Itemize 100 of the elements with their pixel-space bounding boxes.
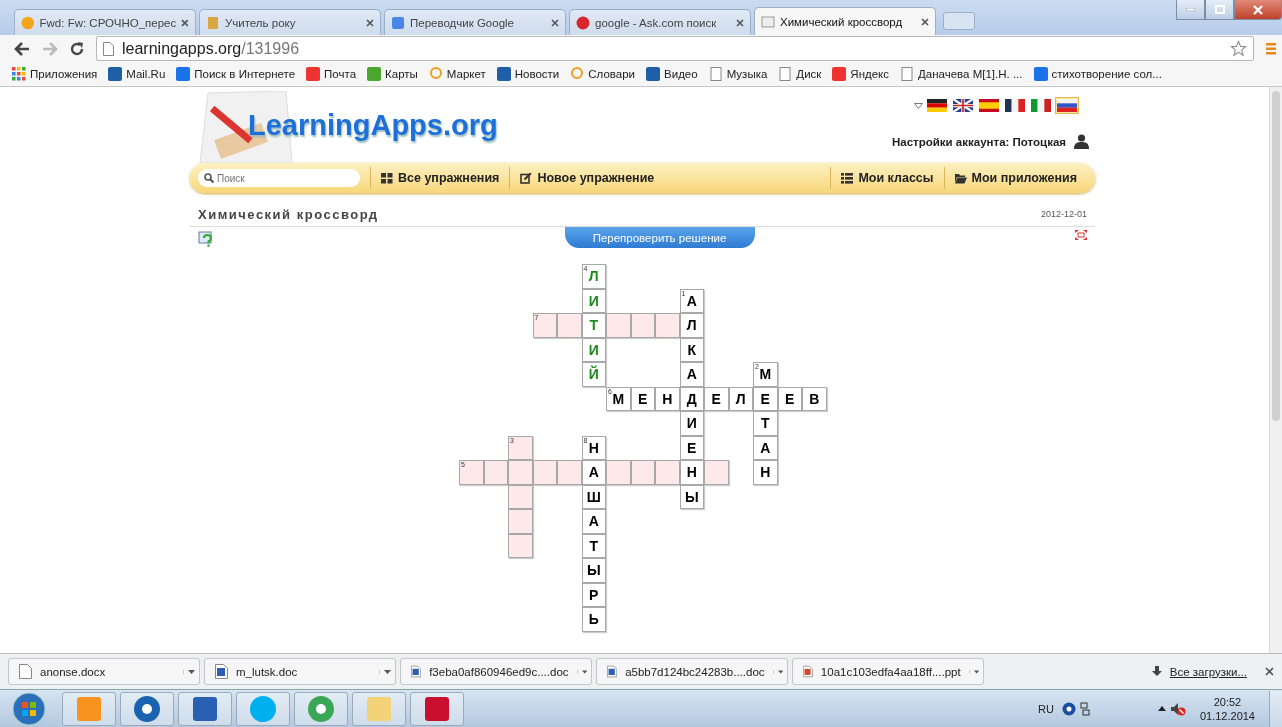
bookmark-item[interactable]: Mail.Ru (108, 67, 166, 81)
account-settings-link[interactable]: Настройки аккаунта: Потоцкая (892, 135, 1066, 148)
language-flag[interactable] (977, 97, 1001, 114)
dropdown-icon[interactable] (914, 102, 923, 109)
crossword-cell[interactable]: Й (581, 362, 606, 387)
crossword-cell[interactable] (655, 460, 680, 485)
language-flag[interactable] (1003, 97, 1027, 114)
crossword-cell[interactable]: Н (655, 386, 680, 411)
address-bar[interactable]: learningapps.org/131996 (96, 36, 1254, 61)
crossword-cell[interactable]: Ы (581, 558, 606, 583)
language-flag[interactable] (951, 97, 975, 114)
crossword-cell[interactable]: А (581, 460, 606, 485)
close-button[interactable] (1234, 0, 1282, 20)
close-icon[interactable] (921, 17, 929, 26)
crossword-cell[interactable]: И (679, 411, 704, 436)
download-item[interactable]: a5bb7d124bc24283b....doc (596, 658, 788, 685)
download-item[interactable]: m_lutsk.doc (204, 658, 396, 685)
bookmark-item[interactable]: Новости (496, 67, 560, 81)
close-icon[interactable] (1265, 667, 1274, 676)
crossword-cell[interactable] (508, 533, 533, 558)
crossword-cell[interactable] (508, 484, 533, 509)
bookmark-item[interactable]: Диск (778, 67, 822, 81)
taskbar-app-icon[interactable] (178, 691, 232, 726)
download-item[interactable]: f3eba0af860946ed9c....doc (400, 658, 592, 685)
taskbar-app-icon[interactable] (120, 691, 174, 726)
crossword-cell[interactable] (704, 460, 729, 485)
crossword-cell[interactable]: И (581, 337, 606, 362)
browser-tab[interactable]: Переводчик Google (384, 9, 566, 35)
bookmark-item[interactable]: Словари (570, 67, 636, 81)
crossword-cell[interactable] (483, 460, 508, 485)
crossword-cell[interactable]: К (679, 337, 704, 362)
bookmark-item[interactable]: Даначева М[1].Н. ... (900, 67, 1023, 81)
crossword-cell[interactable]: Ь (581, 607, 606, 632)
browser-tab[interactable]: Fwd: Fw: СРОЧНО_перес (14, 9, 196, 35)
star-icon[interactable] (1230, 40, 1247, 57)
browser-tab[interactable]: google - Ask.com поиск (569, 9, 751, 35)
crossword-cell[interactable]: Е (753, 386, 778, 411)
close-icon[interactable] (551, 18, 559, 27)
nav-menu-item[interactable]: Новое упражнение (509, 167, 665, 189)
menu-icon[interactable] (1266, 41, 1276, 56)
crossword-cell[interactable] (532, 460, 557, 485)
network-icon[interactable] (1079, 701, 1090, 716)
bookmark-item[interactable]: Карты (367, 67, 418, 81)
crossword-cell[interactable]: Т (581, 313, 606, 338)
fullscreen-icon[interactable] (1075, 230, 1087, 240)
crossword-cell[interactable]: А (679, 362, 704, 387)
nav-menu-item[interactable]: Мои приложения (943, 167, 1087, 189)
crossword-cell[interactable] (630, 313, 655, 338)
reload-icon[interactable] (70, 41, 84, 56)
crossword-cell[interactable]: Н (679, 460, 704, 485)
bookmark-item[interactable]: Видео (646, 67, 698, 81)
crossword-cell[interactable]: Е (679, 435, 704, 460)
site-logo[interactable]: LearningApps.org (248, 109, 498, 142)
crossword-cell[interactable] (557, 313, 582, 338)
crossword-cell[interactable]: Н (753, 460, 778, 485)
crossword-cell[interactable] (508, 509, 533, 534)
nav-menu-item[interactable]: Мои классы (830, 167, 944, 189)
bookmark-item[interactable]: Маркет (428, 67, 486, 81)
crossword-cell[interactable]: Л (679, 313, 704, 338)
user-icon[interactable] (1074, 134, 1089, 149)
crossword-cell[interactable]: Е (630, 386, 655, 411)
bookmark-item[interactable]: Яндекс (832, 67, 890, 81)
crossword-cell[interactable] (655, 313, 680, 338)
search-field[interactable]: Поиск (198, 169, 360, 187)
language-flag[interactable] (925, 97, 949, 114)
bookmark-item[interactable]: Почта (306, 67, 357, 81)
crossword-cell[interactable] (508, 460, 533, 485)
all-downloads-link[interactable]: Все загрузки... (1169, 665, 1247, 678)
crossword-cell[interactable]: Т (581, 533, 606, 558)
back-icon[interactable] (14, 41, 30, 56)
crossword-cell[interactable] (557, 460, 582, 485)
scrollbar[interactable] (1269, 87, 1282, 653)
crossword-cell[interactable] (606, 460, 631, 485)
taskbar-app-icon[interactable] (294, 691, 348, 726)
crossword-cell[interactable]: Ш (581, 484, 606, 509)
bookmark-item[interactable]: Приложения (12, 67, 98, 81)
crossword-cell[interactable] (606, 313, 631, 338)
browser-tab[interactable]: Химический кроссворд (754, 7, 936, 35)
maximize-button[interactable] (1205, 0, 1234, 20)
crossword-cell[interactable]: Л (728, 386, 753, 411)
crossword-cell[interactable]: А (581, 509, 606, 534)
start-button[interactable] (12, 691, 46, 726)
close-icon[interactable] (181, 18, 189, 27)
minimize-button[interactable] (1176, 0, 1205, 20)
crossword-cell[interactable]: Р (581, 582, 606, 607)
crossword-cell[interactable]: И (581, 288, 606, 313)
download-item[interactable]: anonse.docx (8, 658, 200, 685)
caret-icon[interactable] (1157, 706, 1166, 711)
bookmark-item[interactable]: Поиск в Интернете (176, 67, 296, 81)
bookmark-item[interactable]: Музыка (708, 67, 768, 81)
close-icon[interactable] (366, 18, 374, 27)
taskbar-app-icon[interactable] (410, 691, 464, 726)
crossword-cell[interactable]: Ы (679, 484, 704, 509)
nav-menu-item[interactable]: Все упражнения (370, 167, 510, 189)
clock[interactable]: 20:52 01.12.2014 (1199, 694, 1255, 723)
bookmark-item[interactable]: стихотворение сол... (1033, 67, 1162, 81)
crossword-cell[interactable]: А (753, 435, 778, 460)
crossword-cell[interactable] (630, 460, 655, 485)
crossword-cell[interactable]: Т (753, 411, 778, 436)
crossword-cell[interactable]: В (802, 386, 827, 411)
